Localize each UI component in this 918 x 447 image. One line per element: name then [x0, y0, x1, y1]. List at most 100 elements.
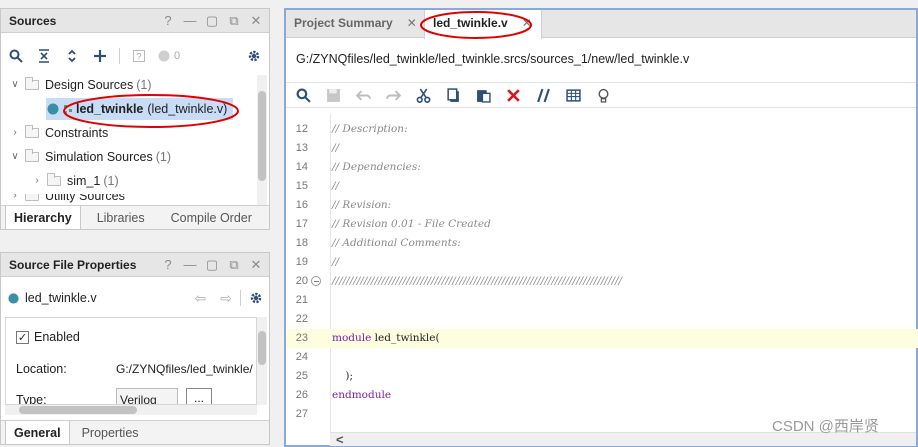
more-button[interactable]: ...: [186, 388, 212, 404]
code-token: //: [332, 180, 340, 192]
columns-icon[interactable]: [566, 88, 581, 103]
tab-compile-order[interactable]: Compile Order: [163, 206, 260, 230]
code-line[interactable]: 14 // Dependencies:: [286, 158, 918, 177]
code-line[interactable]: 23 module led_twinkle(: [286, 329, 918, 348]
type-label: Type:: [16, 393, 47, 405]
editor-toolbar: [286, 82, 916, 108]
folder-icon: [47, 173, 61, 186]
code-line[interactable]: 18 // Additional Comments:: [286, 234, 918, 253]
chevron-right-icon[interactable]: ›: [31, 170, 43, 192]
properties-panel: Source File Properties ? — ▢ ⧉ ✕ led_twi…: [0, 252, 270, 445]
search-icon[interactable]: [296, 88, 311, 103]
tree-clip: › Utility Sources: [9, 194, 249, 203]
gear-icon[interactable]: [245, 47, 263, 65]
status-dot-icon: 0: [158, 47, 180, 65]
chevron-down-icon[interactable]: ∨: [9, 146, 21, 168]
folder-icon: [25, 125, 39, 138]
float-icon[interactable]: ⧉: [227, 257, 241, 273]
line-number: 16: [295, 199, 308, 211]
forward-arrow-icon[interactable]: ⇨: [220, 290, 232, 307]
code-text: //: [332, 253, 339, 272]
code-token: ////////////////////////////////////////…: [332, 275, 623, 287]
lightbulb-icon[interactable]: [596, 88, 611, 103]
close-icon[interactable]: ✕: [407, 16, 417, 32]
scroll-thumb[interactable]: [258, 331, 266, 365]
properties-scrollbar-h[interactable]: [5, 405, 257, 415]
line-number: 18: [295, 237, 308, 249]
code-line[interactable]: 13 //: [286, 139, 918, 158]
paste-icon[interactable]: [476, 88, 491, 103]
add-sources-icon[interactable]: [91, 47, 109, 65]
sources-window-controls: ? — ▢ ⧉ ✕: [161, 13, 263, 29]
back-arrow-icon[interactable]: ⇦: [195, 290, 207, 307]
code-token: // Description:: [332, 123, 408, 135]
code-line[interactable]: 12 // Description:: [286, 120, 918, 139]
code-line[interactable]: 22: [286, 310, 918, 329]
status-count: 0: [174, 50, 181, 62]
copy-icon[interactable]: [446, 87, 461, 103]
save-icon[interactable]: [326, 88, 341, 103]
enabled-checkbox[interactable]: ✓: [16, 330, 29, 344]
delete-icon[interactable]: [506, 88, 521, 103]
scroll-thumb[interactable]: [258, 91, 266, 181]
expand-all-icon[interactable]: [63, 47, 81, 65]
line-number: 12: [295, 123, 308, 135]
close-icon[interactable]: ✕: [249, 13, 263, 29]
properties-file-row: led_twinkle.v ⇦ ⇨: [7, 288, 263, 308]
chevron-right-icon[interactable]: ›: [9, 122, 21, 144]
line-number: 19: [295, 256, 308, 268]
code-line[interactable]: 20 //////////////////////////////////////…: [286, 272, 918, 291]
tree-simulation-sources[interactable]: ∨ Simulation Sources (1): [9, 146, 171, 168]
keyword: module: [332, 332, 372, 344]
chevron-down-icon[interactable]: ∨: [9, 74, 21, 96]
close-icon[interactable]: ✕: [249, 257, 263, 273]
code-line[interactable]: 21: [286, 291, 918, 310]
file-path: G:/ZYNQfiles/led_twinkle/led_twinkle.src…: [296, 52, 690, 66]
minimize-icon[interactable]: —: [183, 257, 197, 273]
tab-hierarchy[interactable]: Hierarchy: [5, 205, 81, 230]
help-icon[interactable]: ?: [161, 257, 175, 273]
properties-scrollbar-v[interactable]: [257, 317, 267, 405]
code-line[interactable]: 24: [286, 348, 918, 367]
comment-toggle-icon[interactable]: [536, 88, 551, 103]
code-token: // Revision 0.01 - File Created: [332, 218, 491, 230]
tab-properties[interactable]: Properties: [74, 421, 147, 445]
maximize-icon[interactable]: ▢: [205, 13, 219, 29]
code-token: //: [332, 256, 340, 268]
undo-icon[interactable]: [356, 88, 371, 103]
cut-icon[interactable]: [416, 88, 431, 103]
gear-icon[interactable]: [249, 291, 263, 305]
scroll-thumb-h[interactable]: [19, 406, 137, 414]
code-line[interactable]: 16 // Revision:: [286, 196, 918, 215]
scroll-left-arrow[interactable]: <: [336, 432, 344, 447]
type-select[interactable]: Verilog: [116, 388, 178, 404]
code-line[interactable]: 26 endmodule: [286, 386, 918, 405]
tab-general[interactable]: General: [5, 420, 70, 445]
code-line[interactable]: 25 );: [286, 367, 918, 386]
tree-utility-sources[interactable]: › Utility Sources: [9, 194, 125, 203]
code-text: //: [332, 177, 339, 196]
redo-icon[interactable]: [386, 88, 401, 103]
collapse-all-icon[interactable]: [35, 47, 53, 65]
chevron-right-icon[interactable]: ›: [9, 194, 21, 203]
tab-project-summary[interactable]: Project Summary ✕: [286, 10, 425, 38]
code-area[interactable]: 12// Description: 13//14// Dependencies: 1…: [286, 114, 918, 432]
code-text: // Revision:: [332, 196, 391, 215]
fold-toggle-icon[interactable]: [311, 276, 321, 286]
code-line[interactable]: 15 //: [286, 177, 918, 196]
help-box-icon[interactable]: ?: [130, 47, 148, 65]
tab-libraries[interactable]: Libraries: [89, 206, 153, 230]
help-icon[interactable]: ?: [161, 13, 175, 29]
tab-label: Project Summary: [294, 16, 393, 30]
maximize-icon[interactable]: ▢: [205, 257, 219, 273]
code-line[interactable]: 19 //: [286, 253, 918, 272]
location-label: Location:: [16, 362, 67, 376]
code-line[interactable]: 17 // Revision 0.01 - File Created: [286, 215, 918, 234]
code-token: // Dependencies:: [332, 161, 421, 173]
float-icon[interactable]: ⧉: [227, 13, 241, 29]
sources-scrollbar[interactable]: [257, 75, 267, 205]
search-icon[interactable]: [7, 47, 25, 65]
code-text: // Revision 0.01 - File Created: [332, 215, 491, 234]
minimize-icon[interactable]: —: [183, 13, 197, 29]
tree-sim-1[interactable]: › sim_1 (1): [31, 170, 119, 192]
